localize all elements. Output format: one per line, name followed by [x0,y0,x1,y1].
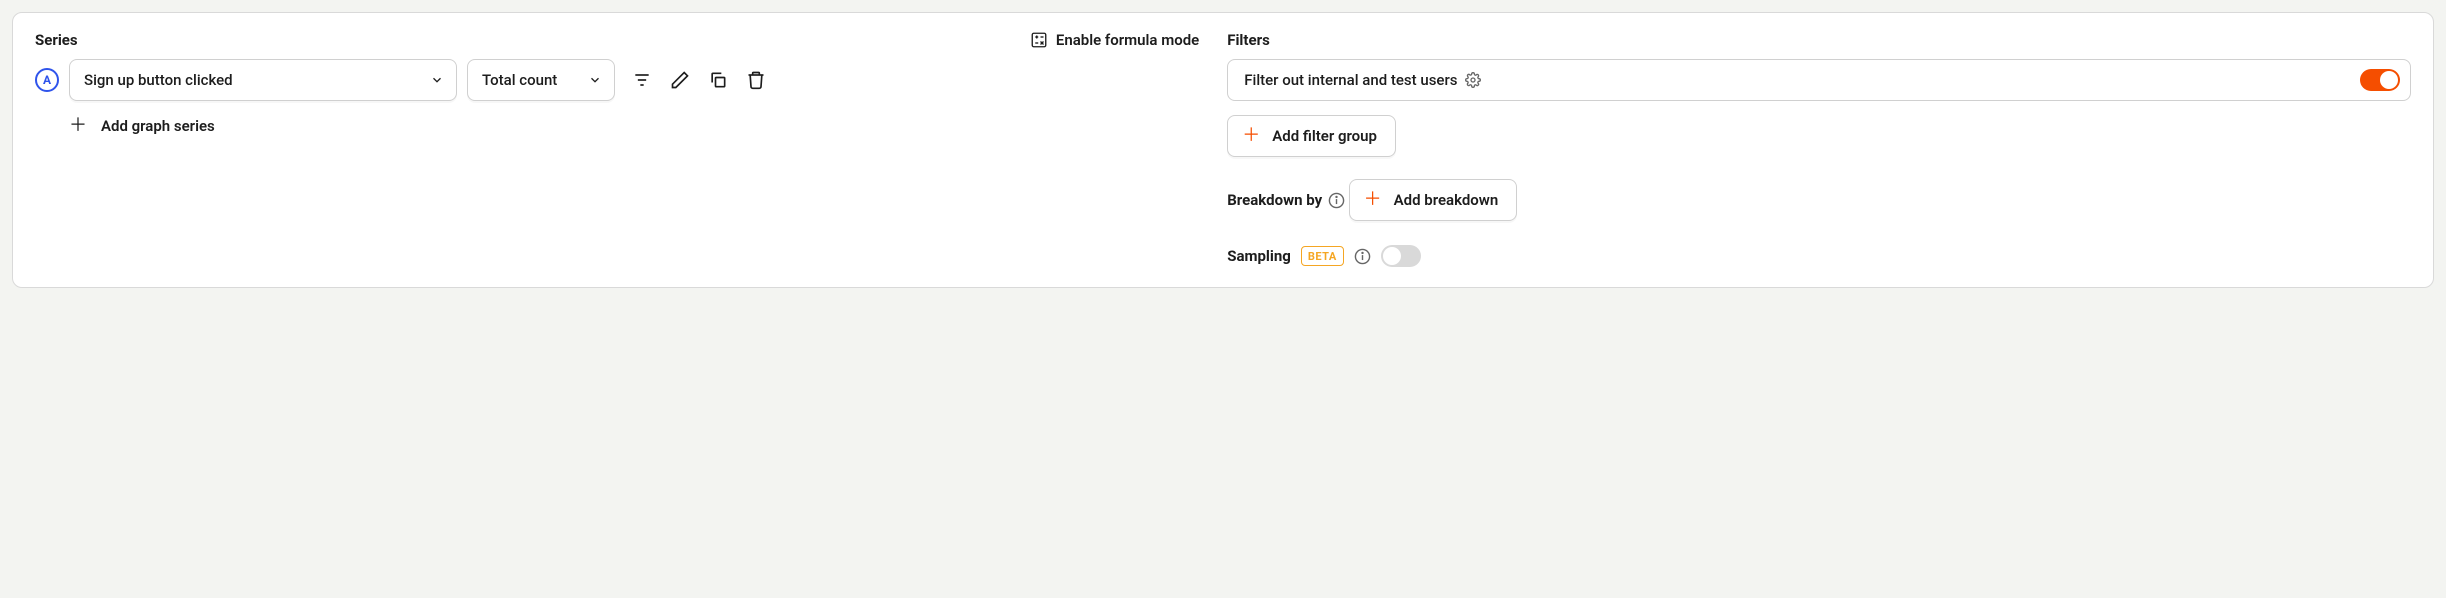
chevron-down-icon [588,73,602,87]
info-icon[interactable] [1328,192,1345,209]
filter-label: Filter out internal and test users [1244,71,1457,89]
add-filter-label: Add filter group [1272,127,1377,145]
formula-toggle-label: Enable formula mode [1056,31,1199,49]
plus-icon: ＋ [1364,191,1382,209]
beta-badge: BETA [1301,246,1344,266]
series-title: Series [35,31,78,49]
filter-icon[interactable] [629,67,655,93]
enable-formula-mode-button[interactable]: Enable formula mode [1030,31,1199,49]
formula-icon [1030,31,1048,49]
add-series-label: Add graph series [101,117,215,135]
breakdown-section: Breakdown by ＋ Add breakdown [1227,179,2411,221]
series-column: Series Enable formula mode A [35,31,1199,267]
filter-toggle[interactable] [2360,69,2400,91]
filter-item[interactable]: Filter out internal and test users [1227,59,2411,101]
series-badge: A [35,68,59,92]
gear-icon[interactable] [1465,72,1481,88]
filter-label-wrap: Filter out internal and test users [1244,71,1481,89]
plus-icon: ＋ [1242,127,1260,145]
series-header: Series Enable formula mode [35,31,1199,49]
add-breakdown-button[interactable]: ＋ Add breakdown [1349,179,1518,221]
series-row: A Sign up button clicked Total count [35,59,1199,101]
add-breakdown-label: Add breakdown [1394,191,1499,209]
delete-icon[interactable] [743,67,769,93]
query-config-panel: Series Enable formula mode A [12,12,2434,288]
copy-icon[interactable] [705,67,731,93]
sampling-section: Sampling BETA [1227,245,2411,267]
sampling-title: Sampling [1227,247,1291,265]
aggregation-select-value: Total count [482,71,557,89]
filters-column: Filters Filter out internal and test use… [1227,31,2411,267]
aggregation-select[interactable]: Total count [467,59,615,101]
series-actions [629,67,769,93]
plus-icon: ＋ [69,117,87,135]
add-graph-series-button[interactable]: ＋ Add graph series [69,117,1199,135]
breakdown-header: Breakdown by [1227,191,1345,209]
info-icon[interactable] [1354,248,1371,265]
chevron-down-icon [430,73,444,87]
filters-title: Filters [1227,31,2411,49]
event-select-value: Sign up button clicked [84,71,233,89]
event-select[interactable]: Sign up button clicked [69,59,457,101]
sampling-toggle[interactable] [1381,245,1421,267]
add-filter-group-button[interactable]: ＋ Add filter group [1227,115,1396,157]
edit-icon[interactable] [667,67,693,93]
breakdown-title: Breakdown by [1227,191,1322,209]
